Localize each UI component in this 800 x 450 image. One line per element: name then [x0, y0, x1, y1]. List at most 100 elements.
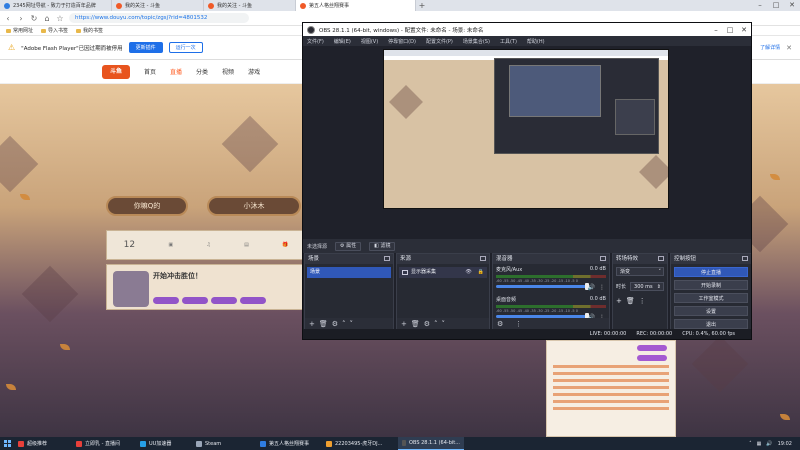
taskbar-item[interactable]: 超级推荐 — [14, 437, 72, 450]
menu-view[interactable]: 视图(V) — [361, 38, 378, 45]
reload-icon[interactable]: ↻ — [30, 14, 38, 23]
properties-button[interactable]: ⚙ 属性 — [335, 241, 362, 251]
popout-icon[interactable] — [658, 256, 664, 261]
move-down-icon[interactable]: ˅ — [442, 320, 446, 328]
bookmark-item[interactable]: 导入书签 — [41, 27, 68, 34]
nested-obs-preview — [494, 58, 659, 154]
start-recording-button[interactable]: 开始录制 — [674, 280, 748, 290]
star-icon[interactable]: ☆ — [56, 14, 64, 23]
page-pill-left[interactable]: 你嘛Q的 — [106, 196, 188, 216]
clock[interactable]: 19:02 — [778, 441, 792, 447]
room-tab-icon[interactable]: ▤ — [244, 242, 249, 248]
more-icon[interactable]: ⋮ — [639, 297, 646, 305]
add-icon[interactable]: + — [309, 320, 315, 328]
settings-icon[interactable]: ⚙ — [332, 320, 338, 328]
url-input[interactable]: https://www.douyu.com/topic/zgsj?rid=480… — [69, 13, 249, 23]
update-plugin-button[interactable]: 更新插件 — [128, 42, 163, 53]
popout-icon[interactable] — [742, 256, 748, 261]
browser-tab-2345[interactable]: 2345网址导航 - 致力于打造百年品牌 — [0, 0, 112, 11]
move-up-icon[interactable]: ˄ — [342, 320, 346, 328]
maximize-icon[interactable]: □ — [768, 0, 784, 11]
preview-canvas[interactable] — [383, 49, 669, 209]
gift-icon[interactable]: 🎁 — [282, 242, 288, 248]
advanced-audio-icon[interactable]: ⚙ — [497, 320, 503, 328]
bookmark-item[interactable]: 常用网址 — [6, 27, 33, 34]
browser-tab-follow-2[interactable]: 我的关注 - 斗鱼 — [204, 0, 296, 11]
taskbar-item[interactable]: 立即乳 - 直播间 — [72, 437, 136, 450]
menu-tools[interactable]: 工具(T) — [500, 38, 517, 45]
popout-icon[interactable] — [480, 256, 486, 261]
site-nav-games[interactable]: 游戏 — [248, 67, 260, 76]
taskbar-item[interactable]: 第五人格丝翔赛事 — [256, 437, 322, 450]
taskbar-item[interactable]: 22203495-虎牙DJ... — [322, 437, 398, 450]
popout-icon[interactable] — [384, 256, 390, 261]
room-tab-icon[interactable]: ♫ — [206, 242, 210, 248]
menu-edit[interactable]: 编辑(E) — [334, 38, 351, 45]
site-logo[interactable]: 斗鱼 — [102, 64, 130, 79]
trash-icon[interactable]: 🗑 — [319, 320, 328, 328]
room-tab-icon[interactable]: ▣ — [168, 242, 173, 248]
close-icon[interactable]: ✕ — [737, 26, 751, 34]
trash-icon[interactable]: 🗑 — [626, 297, 635, 305]
run-once-button[interactable]: 运行一次 — [168, 42, 203, 53]
stepper-icon[interactable]: ⇕ — [657, 283, 661, 291]
close-icon[interactable]: ✕ — [786, 44, 792, 52]
more-icon[interactable]: ⋮ — [599, 284, 605, 291]
menu-scene-collection[interactable]: 场景集合(S) — [463, 38, 490, 45]
site-nav-video[interactable]: 视频 — [222, 67, 234, 76]
scene-item[interactable]: 场景 — [307, 267, 391, 278]
site-nav-category[interactable]: 分类 — [196, 67, 208, 76]
minimize-icon[interactable]: – — [709, 26, 723, 34]
new-tab-button[interactable]: + — [416, 0, 428, 11]
maximize-icon[interactable]: □ — [723, 26, 737, 34]
popout-icon[interactable] — [600, 256, 606, 261]
menu-file[interactable]: 文件(F) — [307, 38, 324, 45]
app-icon — [76, 440, 82, 447]
volume-slider[interactable] — [496, 283, 590, 290]
learn-more-link[interactable]: 了解详情 — [760, 44, 780, 51]
menu-help[interactable]: 帮助(H) — [527, 38, 545, 45]
taskbar-item[interactable]: Steam — [192, 437, 256, 450]
add-icon[interactable]: + — [616, 297, 622, 305]
taskbar-item[interactable]: UU加速器 — [136, 437, 192, 450]
taskbar-item-obs[interactable]: OBS 28.1.1 (64-bit... — [398, 437, 464, 450]
volume-icon[interactable]: 🔊 — [766, 441, 772, 447]
screen: 2345网址导航 - 致力于打造百年品牌 我的关注 - 斗鱼 我的关注 - 斗鱼… — [0, 0, 800, 450]
visibility-icon[interactable]: 👁 — [465, 267, 471, 278]
stop-streaming-button[interactable]: 停止直播 — [674, 267, 748, 277]
source-item[interactable]: 显示器采集 👁 🔒 — [399, 267, 487, 278]
move-up-icon[interactable]: ˄ — [434, 320, 438, 328]
tray-chevron-icon[interactable]: ˄ — [749, 441, 752, 447]
close-icon[interactable]: ✕ — [784, 0, 800, 11]
exit-button[interactable]: 退出 — [674, 319, 748, 329]
studio-mode-button[interactable]: 工作室模式 — [674, 293, 748, 303]
bookmark-item[interactable]: 我的书签 — [76, 27, 103, 34]
menu-docks[interactable]: 停靠窗口(D) — [388, 38, 416, 45]
start-button[interactable] — [0, 437, 14, 450]
lock-icon[interactable]: 🔒 — [478, 267, 484, 278]
back-icon[interactable]: ‹ — [4, 14, 12, 23]
network-icon[interactable]: ▦ — [757, 441, 762, 447]
menu-profile[interactable]: 配置文件(P) — [426, 38, 453, 45]
add-icon[interactable]: + — [401, 320, 407, 328]
page-pill-right[interactable]: 小沐木 — [207, 196, 301, 216]
home-icon[interactable]: ⌂ — [43, 14, 51, 23]
browser-tab-active[interactable]: 第五人格丝翔赛事 — [296, 0, 416, 11]
speaker-icon[interactable]: 🔊 — [588, 284, 595, 291]
more-icon[interactable]: ⋮ — [515, 320, 522, 328]
transition-select[interactable]: 渐变 ˅ — [616, 267, 664, 276]
minimize-icon[interactable]: – — [752, 0, 768, 11]
browser-tab-follow-1[interactable]: 我的关注 - 斗鱼 — [112, 0, 204, 11]
forward-icon[interactable]: › — [17, 14, 25, 23]
trash-icon[interactable]: 🗑 — [411, 320, 420, 328]
flash-message: "Adobe Flash Player"已因过期而被停用 — [21, 45, 123, 52]
settings-button[interactable]: 设置 — [674, 306, 748, 316]
chat-panel — [546, 340, 676, 437]
duration-input[interactable]: 300 ms ⇕ — [630, 282, 664, 291]
site-nav-live[interactable]: 直播 — [170, 67, 182, 76]
filters-button[interactable]: ◧ 滤镜 — [369, 241, 396, 251]
app-icon — [326, 440, 332, 447]
settings-icon[interactable]: ⚙ — [424, 320, 430, 328]
move-down-icon[interactable]: ˅ — [350, 320, 354, 328]
site-nav-home[interactable]: 首页 — [144, 67, 156, 76]
